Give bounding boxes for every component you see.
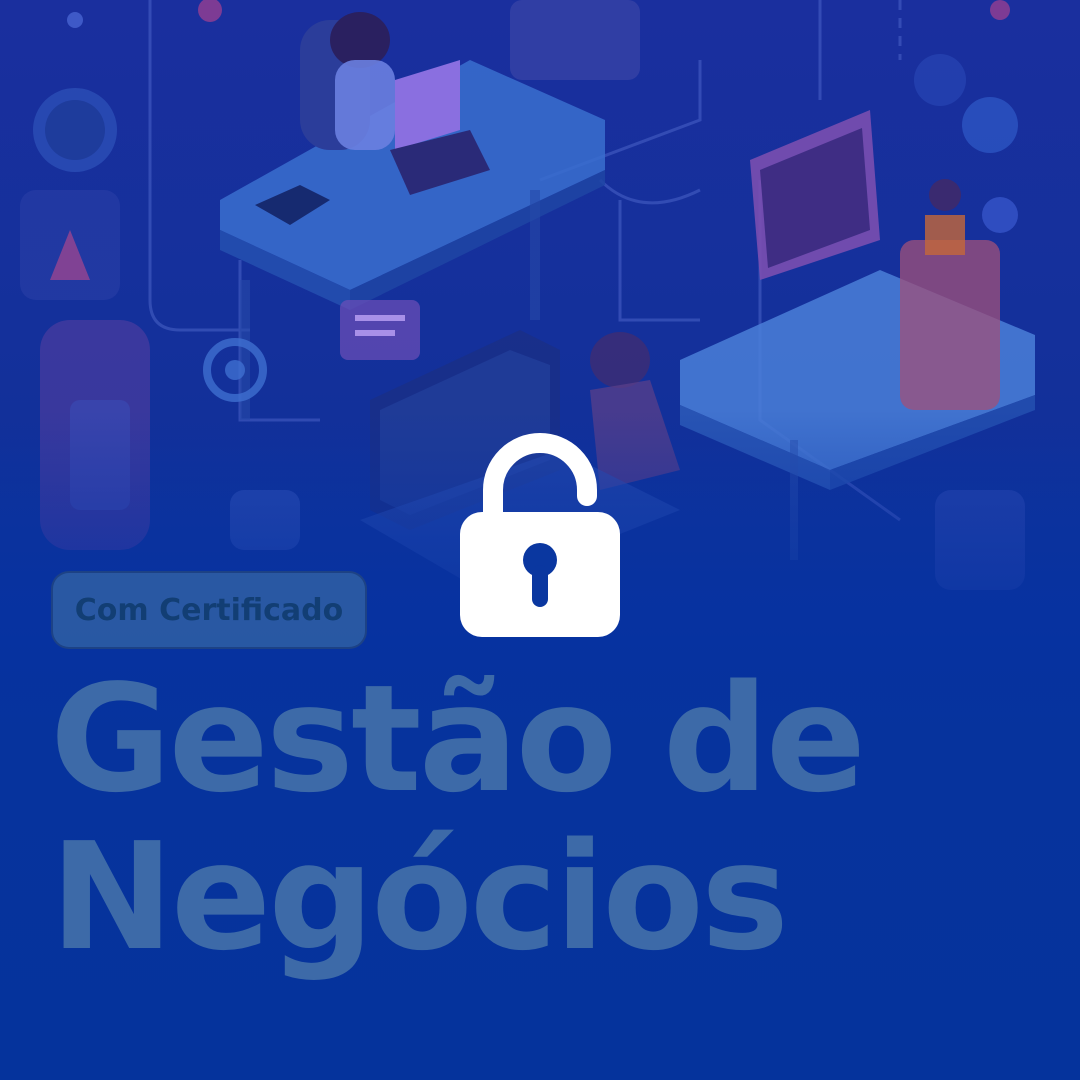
course-title: Gestão de Negócios	[50, 653, 866, 983]
certificate-badge: Com Certificado	[51, 571, 367, 649]
course-title-line-1: Gestão de	[50, 653, 866, 825]
course-title-line-2: Negócios	[50, 811, 789, 983]
certificate-badge-label: Com Certificado	[74, 592, 344, 628]
lock-icon	[460, 433, 620, 637]
course-card[interactable]: Com Certificado Gestão de Negócios	[0, 0, 1080, 1080]
